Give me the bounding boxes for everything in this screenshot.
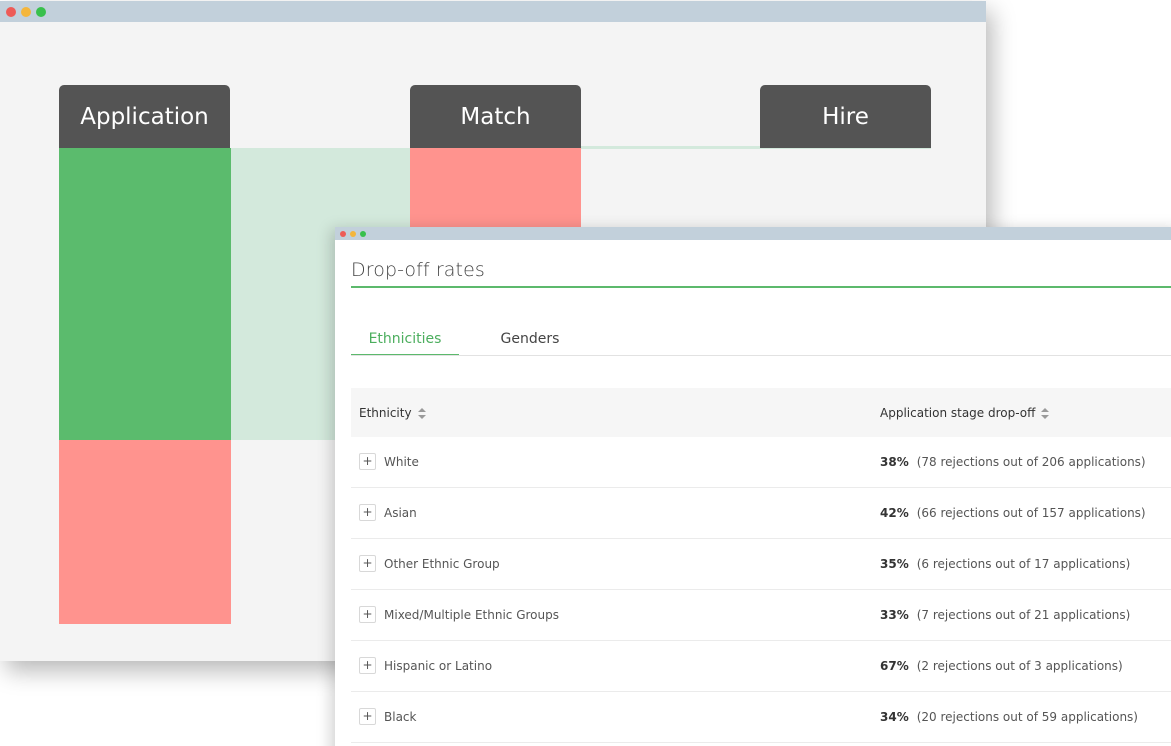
ethnicity-name: Hispanic or Latino [384, 659, 493, 673]
minimize-window-icon[interactable] [350, 231, 356, 237]
title-divider [351, 286, 1171, 288]
zoom-window-icon[interactable] [36, 7, 46, 17]
stage-hire-header: Hire [760, 85, 931, 148]
dropoff-window: Drop-off rates Ethnicities Genders Ethni… [335, 227, 1171, 746]
expand-row-icon[interactable]: + [359, 606, 376, 623]
expand-row-icon[interactable]: + [359, 453, 376, 470]
table-row: + Other Ethnic Group 35% (6 rejections ou… [351, 539, 1171, 590]
table-row: + White 38% (78 rejections out of 206 app… [351, 437, 1171, 488]
dropoff-percent: 67% [880, 659, 909, 673]
expand-row-icon[interactable]: + [359, 708, 376, 725]
dropoff-window-titlebar [335, 227, 1171, 240]
stage-application-header: Application [59, 85, 230, 148]
expand-row-icon[interactable]: + [359, 504, 376, 521]
dropoff-percent: 34% [880, 710, 909, 724]
dropoff-detail: (78 rejections out of 206 applications) [916, 455, 1146, 469]
dropoff-cell: 67% (2 rejections out of 3 applications) [880, 659, 1123, 673]
dropoff-cell: 42% (66 rejections out of 157 application… [880, 506, 1146, 520]
ethnicity-name: Mixed/Multiple Ethnic Groups [384, 608, 559, 622]
dropoff-table: Ethnicity Application stage drop-off + W… [351, 388, 1171, 743]
table-header: Ethnicity Application stage drop-off [351, 388, 1171, 437]
dropoff-percent: 35% [880, 557, 909, 571]
minimize-window-icon[interactable] [21, 7, 31, 17]
table-row: + Hispanic or Latino 67% (2 rejections ou… [351, 641, 1171, 692]
stage-application-label: Application [80, 103, 209, 130]
dropoff-cell: 35% (6 rejections out of 17 applications) [880, 557, 1130, 571]
table-row: + Black 34% (20 rejections out of 59 appl… [351, 692, 1171, 743]
stage-hire-label: Hire [822, 103, 869, 130]
expand-row-icon[interactable]: + [359, 657, 376, 674]
sort-icon[interactable] [1041, 407, 1050, 419]
dropoff-cell: 38% (78 rejections out of 206 application… [880, 455, 1146, 469]
ethnicity-name: Other Ethnic Group [384, 557, 500, 571]
tab-bar: Ethnicities Genders [351, 323, 1171, 356]
close-window-icon[interactable] [6, 7, 16, 17]
sort-icon[interactable] [417, 407, 426, 419]
close-window-icon[interactable] [340, 231, 346, 237]
dropoff-detail: (7 rejections out of 21 applications) [916, 608, 1131, 622]
dropoff-detail: (66 rejections out of 157 applications) [916, 506, 1146, 520]
dropoff-cell: 33% (7 rejections out of 21 applications) [880, 608, 1130, 622]
ethnicity-name: White [384, 455, 419, 469]
zoom-window-icon[interactable] [360, 231, 366, 237]
dropoff-percent: 42% [880, 506, 909, 520]
panel-title: Drop-off rates [351, 259, 485, 281]
column-header-ethnicity[interactable]: Ethnicity [359, 406, 426, 420]
screenshot-stage: Application Match Hire Drop-off rates Et… [0, 0, 1171, 746]
column-header-dropoff-label: Application stage drop-off [880, 406, 1036, 420]
ethnicity-name: Black [384, 710, 417, 724]
tabs-divider [351, 355, 1171, 356]
tab-ethnicities[interactable]: Ethnicities [351, 323, 459, 356]
application-pass-bar [59, 148, 231, 440]
table-row: + Asian 42% (66 rejections out of 157 app… [351, 488, 1171, 539]
match-to-hire-flow [581, 146, 760, 149]
ethnicity-name: Asian [384, 506, 417, 520]
application-dropoff-bar [59, 440, 231, 624]
dropoff-percent: 38% [880, 455, 909, 469]
dropoff-percent: 33% [880, 608, 909, 622]
dropoff-detail: (20 rejections out of 59 applications) [916, 710, 1138, 724]
table-row: + Mixed/Multiple Ethnic Groups 33% (7 rej… [351, 590, 1171, 641]
match-dropoff-bar [410, 148, 581, 238]
dropoff-detail: (2 rejections out of 3 applications) [916, 659, 1123, 673]
stage-match-header: Match [410, 85, 581, 148]
funnel-window-titlebar [0, 1, 986, 22]
expand-row-icon[interactable]: + [359, 555, 376, 572]
column-header-dropoff[interactable]: Application stage drop-off [880, 406, 1050, 420]
column-header-ethnicity-label: Ethnicity [359, 406, 412, 420]
dropoff-cell: 34% (20 rejections out of 59 applications… [880, 710, 1138, 724]
dropoff-detail: (6 rejections out of 17 applications) [916, 557, 1131, 571]
tab-genders[interactable]: Genders [481, 323, 579, 356]
stage-match-label: Match [460, 103, 531, 130]
